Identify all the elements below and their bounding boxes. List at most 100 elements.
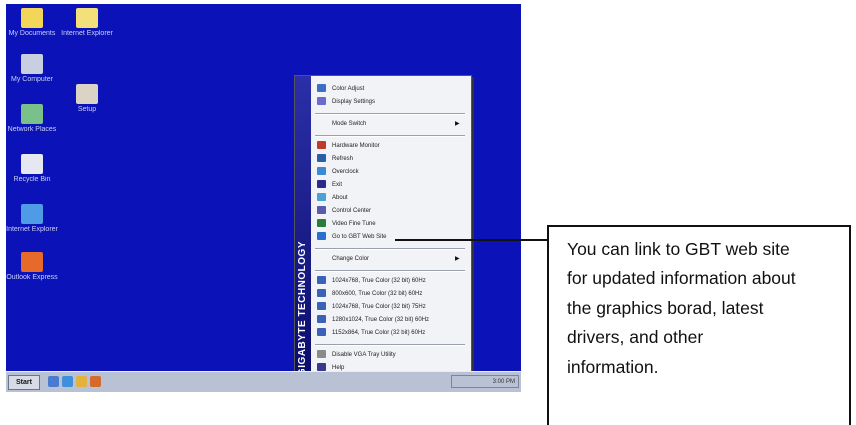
folder-icon [21, 8, 43, 28]
menu-separator [315, 113, 465, 115]
menu-item-label: Go to GBT Web Site [332, 234, 387, 240]
about-icon [317, 193, 326, 202]
menu-item-label: Control Center [332, 208, 372, 214]
menu-item-label: Disable VGA Tray Utility [332, 352, 396, 358]
system-tray[interactable]: 3:00 PM [451, 375, 519, 388]
menu-item-label: 1280x1024, True Color (32 bit) 60Hz [332, 317, 430, 323]
menu-item-label: Color Adjust [332, 86, 365, 92]
menu-item-label: About [332, 195, 348, 201]
menu-item[interactable]: 1024x768, True Color (32 bit) 75Hz [317, 302, 426, 313]
menu-item-label: Mode Switch [332, 121, 367, 127]
menu-separator [315, 344, 465, 346]
clock: 3:00 PM [492, 379, 515, 385]
mail-icon[interactable] [76, 376, 87, 387]
monitor-icon [317, 141, 326, 150]
disable-icon [317, 350, 326, 359]
desktop-icon-label: My Documents [8, 30, 56, 37]
menu-spacer [317, 119, 326, 127]
menu-item-label: Change Color [332, 256, 370, 262]
menu-item[interactable]: 1152x864, True Color (32 bit) 60Hz [317, 328, 425, 339]
menu-item[interactable]: Change Color [317, 254, 369, 265]
recycle-bin-icon [21, 154, 43, 174]
menu-item[interactable]: Refresh [317, 154, 353, 165]
browser-icon [21, 204, 43, 224]
callout-line: drivers, and other [567, 327, 704, 348]
exit-icon [317, 180, 326, 189]
menu-spacer [317, 254, 326, 262]
menu-item[interactable]: Display Settings [317, 97, 375, 108]
callout-leader-line [395, 239, 548, 241]
menu-item[interactable]: Exit [317, 180, 342, 191]
menu-item[interactable]: Disable VGA Tray Utility [317, 350, 396, 361]
desktop-icon[interactable] [48, 376, 59, 387]
menu-item-label: 1024x768, True Color (32 bit) 75Hz [332, 304, 426, 310]
callout-line: information. [567, 356, 659, 377]
menu-item-label: Refresh [332, 156, 354, 162]
desktop-icon-item[interactable]: My Documents [6, 8, 58, 38]
desktop-icon-label: Network Places [7, 126, 57, 133]
menu-item[interactable]: About [317, 193, 348, 204]
menu-item[interactable]: Hardware Monitor [317, 141, 380, 152]
menu-item[interactable]: Video Fine Tune [317, 219, 376, 230]
menu-separator [315, 135, 465, 137]
menu-item-label: 1152x864, True Color (32 bit) 60Hz [332, 330, 426, 336]
resolution-icon [317, 315, 326, 324]
menu-item[interactable]: 1024x768, True Color (32 bit) 60Hz [317, 276, 426, 287]
callout-box: You can link to GBT web site for updated… [547, 225, 851, 425]
menu-item[interactable]: Control Center [317, 206, 371, 217]
resolution-icon [317, 328, 326, 337]
submenu-arrow-icon: ▶ [455, 121, 460, 127]
context-menu: GIGABYTE TECHNOLOGY Color Adjust Display … [294, 75, 472, 387]
globe-icon [317, 232, 326, 241]
start-button[interactable]: Start [8, 375, 40, 390]
menu-item-label: Exit [332, 182, 343, 188]
network-icon [21, 104, 43, 124]
menu-item-label: 1024x768, True Color (32 bit) 60Hz [332, 278, 426, 284]
menu-item[interactable]: Color Adjust [317, 84, 364, 95]
menu-separator [315, 270, 465, 272]
browser-icon[interactable] [62, 376, 73, 387]
color-adjust-icon [317, 84, 326, 93]
tune-icon [317, 219, 326, 228]
menu-item[interactable]: Overclock [317, 167, 359, 178]
folder-icon [76, 8, 98, 28]
menu-sidebar-text: GIGABYTE TECHNOLOGY [297, 240, 308, 376]
desktop-icon-item[interactable]: My Computer [6, 54, 58, 84]
menu-item-label: 800x600, True Color (32 bit) 60Hz [332, 291, 423, 297]
resolution-icon [317, 302, 326, 311]
desktop-icon-item[interactable]: Recycle Bin [6, 154, 58, 184]
taskbar: Start 3:00 PM [6, 371, 521, 392]
desktop: My Documents Internet Explorer My Computer… [6, 4, 521, 392]
menu-item-label: Hardware Monitor [332, 143, 380, 149]
computer-icon [21, 54, 43, 74]
menu-item[interactable]: 800x600, True Color (32 bit) 60Hz [317, 289, 422, 300]
mail-icon [21, 252, 43, 272]
callout-line: the graphics borad, latest [567, 297, 764, 318]
media-icon[interactable] [90, 376, 101, 387]
resolution-icon [317, 289, 326, 298]
display-settings-icon [317, 97, 326, 106]
menu-item[interactable]: Mode Switch [317, 119, 366, 130]
desktop-icon-label: Internet Explorer [6, 226, 58, 233]
callout-text: You can link to GBT web site for updated… [567, 235, 847, 382]
menu-item-label: Overclock [332, 169, 359, 175]
desktop-icon-item[interactable]: Network Places [6, 104, 58, 134]
control-icon [317, 206, 326, 215]
menu-sidebar: GIGABYTE TECHNOLOGY [295, 76, 311, 386]
menu-item-label: Video Fine Tune [332, 221, 376, 227]
desktop-icon-label: Recycle Bin [13, 176, 51, 183]
callout-line: for updated information about [567, 268, 796, 289]
callout-line: You can link to GBT web site [567, 239, 790, 259]
menu-item[interactable]: 1280x1024, True Color (32 bit) 60Hz [317, 315, 429, 326]
setup-icon [76, 84, 98, 104]
desktop-icon-item[interactable]: Internet Explorer [61, 8, 113, 38]
menu-item[interactable]: Go to GBT Web Site [317, 232, 386, 243]
desktop-icon-item[interactable]: Setup [61, 84, 113, 114]
menu-separator [315, 248, 465, 250]
overclock-icon [317, 167, 326, 176]
desktop-icon-item[interactable]: Internet Explorer [6, 204, 58, 234]
desktop-icon-label: Outlook Express [6, 274, 58, 281]
desktop-icon-item[interactable]: Outlook Express [6, 252, 58, 282]
desktop-icon-label: Internet Explorer [61, 30, 113, 37]
refresh-icon [317, 154, 326, 163]
